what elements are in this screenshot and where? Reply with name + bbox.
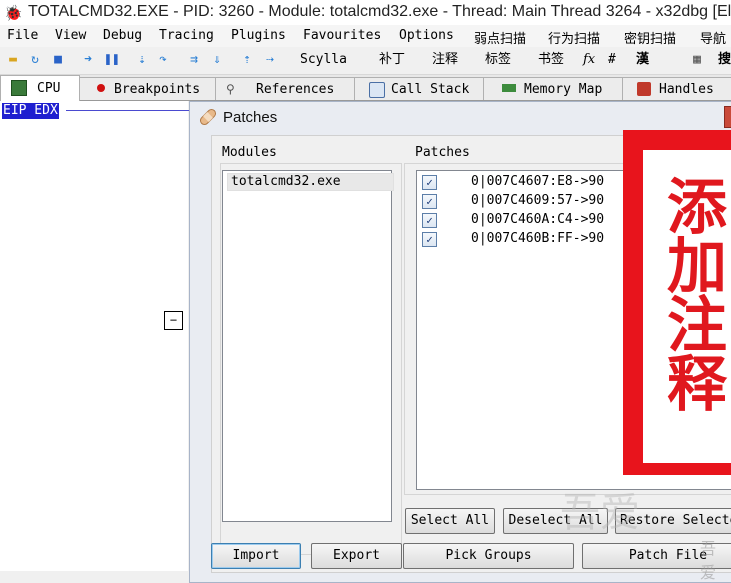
menu-key-scan[interactable]: 密钥扫描 — [624, 28, 676, 47]
module-item[interactable]: totalcmd32.exe — [227, 173, 394, 191]
pick-groups-button[interactable]: Pick Groups — [403, 543, 574, 569]
close-button[interactable] — [724, 106, 731, 128]
tab-memory-map-label: Memory Map — [524, 82, 603, 97]
menu-navigate[interactable]: 导航 — [700, 28, 726, 47]
menu-plugins[interactable]: Plugins — [231, 28, 286, 43]
execute-till-return-icon[interactable]: ⇡ — [239, 52, 255, 68]
run-to-user-code-icon[interactable]: ⇢ — [262, 52, 278, 68]
tab-cpu[interactable]: CPU — [0, 75, 80, 101]
run-icon[interactable]: ➜ — [80, 52, 96, 68]
patch-text: 0|007C460B:FF->90 — [471, 231, 605, 246]
open-icon[interactable]: ▬ — [5, 52, 21, 68]
menu-file[interactable]: File — [7, 28, 38, 43]
menu-bar: File View Debug Tracing Plugins Favourit… — [0, 25, 731, 47]
annotation-char: 加 — [667, 232, 727, 302]
hash-button[interactable]: # — [608, 51, 616, 69]
menu-favourites[interactable]: Favourites — [303, 28, 381, 43]
modules-label: Modules — [222, 145, 277, 160]
bug-icon: 🐞 — [4, 4, 23, 22]
annotation-char: 注 — [667, 291, 727, 361]
patch-checkbox[interactable]: ✓ — [422, 194, 437, 209]
menu-view[interactable]: View — [55, 28, 86, 43]
tab-bar: CPU Breakpoints ⚲ References Call Stack … — [0, 75, 731, 101]
patch-button[interactable]: 补丁 — [379, 51, 405, 69]
trace-over-icon[interactable]: ⇓ — [209, 52, 225, 68]
step-over-icon[interactable]: ↷ — [155, 52, 171, 68]
tab-cpu-label: CPU — [37, 81, 61, 96]
restart-icon[interactable]: ↻ — [27, 52, 43, 68]
scylla-button[interactable]: Scylla — [300, 51, 347, 69]
bandage-icon — [198, 107, 218, 127]
patches-label: Patches — [415, 145, 470, 160]
search-button[interactable]: 搜 — [718, 51, 731, 69]
register-label: EIP EDX — [2, 103, 59, 119]
pause-icon[interactable]: ❚❚ — [104, 52, 120, 68]
watermark-text: 吾爱 — [700, 539, 717, 582]
comment-button[interactable]: 注释 — [432, 51, 458, 69]
patch-checkbox[interactable]: ✓ — [422, 175, 437, 190]
memory-icon — [502, 84, 516, 92]
cpu-icon — [11, 80, 27, 96]
tab-handles[interactable]: Handles — [622, 77, 731, 100]
watermark-logo: 吾爱 — [560, 490, 640, 536]
menu-weakness-scan[interactable]: 弱点扫描 — [474, 28, 526, 47]
menu-debug[interactable]: Debug — [103, 28, 142, 43]
trace-into-icon[interactable]: ⇉ — [186, 52, 202, 68]
menu-behavior-scan[interactable]: 行为扫描 — [548, 28, 600, 47]
label-button[interactable]: 标签 — [485, 51, 511, 69]
patch-text: 0|007C4607:E8->90 — [471, 174, 605, 189]
step-into-icon[interactable]: ⇣ — [134, 52, 150, 68]
register-line — [66, 110, 196, 111]
patch-text: 0|007C4609:57->90 — [471, 193, 605, 208]
stop-icon[interactable]: ■ — [50, 52, 66, 68]
window-title: TOTALCMD32.EXE - PID: 3260 - Module: tot… — [28, 3, 731, 20]
search-icon: ⚲ — [226, 82, 235, 96]
patch-text: 0|007C460A:C4->90 — [471, 212, 605, 227]
collapse-button[interactable]: − — [164, 311, 183, 330]
tab-memory-map[interactable]: Memory Map — [483, 77, 623, 100]
call-stack-icon — [369, 82, 385, 98]
breakpoint-dot-icon — [97, 84, 105, 92]
export-button[interactable]: Export — [311, 543, 402, 569]
dialog-title: Patches — [223, 109, 278, 126]
calculator-icon[interactable]: ▦ — [689, 52, 705, 68]
toolbar: ▬ ↻ ■ ➜ ❚❚ ⇣ ↷ ⇉ ⇓ ⇡ ⇢ Scylla 补丁 注释 标签 书… — [0, 47, 731, 75]
annotation-char: 释 — [667, 350, 727, 420]
bookmark-button[interactable]: 书签 — [538, 51, 564, 69]
patch-checkbox[interactable]: ✓ — [422, 232, 437, 247]
title-bar: 🐞 TOTALCMD32.EXE - PID: 3260 - Module: t… — [0, 0, 731, 25]
tab-references[interactable]: ⚲ References — [215, 77, 355, 100]
import-button[interactable]: Import — [211, 543, 301, 569]
tab-breakpoints-label: Breakpoints — [114, 82, 201, 97]
function-button[interactable]: fx — [583, 51, 595, 69]
handles-icon — [637, 82, 651, 96]
modules-list[interactable]: totalcmd32.exe — [222, 170, 394, 522]
tab-call-stack-label: Call Stack — [391, 82, 470, 97]
patch-checkbox[interactable]: ✓ — [422, 213, 437, 228]
tab-references-label: References — [256, 82, 335, 97]
menu-tracing[interactable]: Tracing — [159, 28, 214, 43]
menu-options[interactable]: Options — [399, 28, 454, 43]
han-button[interactable]: 漢 — [636, 51, 649, 69]
tab-breakpoints[interactable]: Breakpoints — [79, 77, 216, 100]
cpu-pane[interactable] — [0, 101, 188, 571]
annotation-char: 添 — [667, 173, 727, 243]
tab-call-stack[interactable]: Call Stack — [354, 77, 484, 100]
select-all-button[interactable]: Select All — [405, 508, 495, 534]
tab-handles-label: Handles — [659, 82, 714, 97]
